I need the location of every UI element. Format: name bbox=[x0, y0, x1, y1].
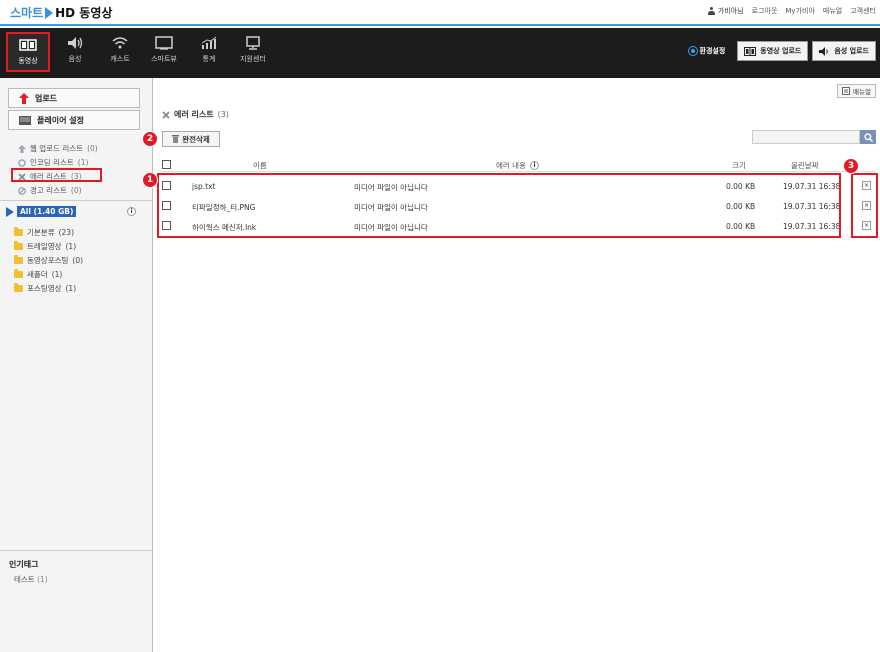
list-web-upload[interactable]: 웹 업로드 리스트 (0) bbox=[18, 143, 98, 154]
info-icon[interactable]: i bbox=[529, 161, 539, 170]
list-encoding[interactable]: 인코딩 리스트 (1) bbox=[18, 157, 88, 168]
person-icon bbox=[707, 7, 715, 15]
encoding-icon bbox=[18, 158, 26, 167]
search-box bbox=[752, 130, 876, 144]
list-warning[interactable]: 경고 리스트 (0) bbox=[18, 185, 82, 196]
speaker-icon bbox=[68, 37, 83, 49]
folder-icon bbox=[14, 269, 23, 278]
info-icon[interactable]: i bbox=[127, 207, 136, 216]
folder-item[interactable]: 트레일영상 (1) bbox=[14, 241, 76, 252]
folder-item[interactable]: 새폴더 (1) bbox=[14, 269, 62, 280]
annotation-badge-1: 1 bbox=[142, 172, 158, 188]
delete-all-button[interactable]: 완전삭제 bbox=[162, 131, 220, 147]
app-logo[interactable]: 스마트 HD 동영상 bbox=[10, 4, 112, 21]
folder-icon bbox=[14, 283, 23, 292]
top-bar: 스마트 HD 동영상 가비아님 로그아웃 My가비아 매뉴얼 고객센터 bbox=[0, 0, 880, 26]
film-icon bbox=[744, 46, 757, 56]
player-settings-button[interactable]: 플레이어 설정 bbox=[8, 110, 140, 130]
sidebar-divider bbox=[0, 200, 152, 201]
search-icon bbox=[863, 132, 873, 142]
sidebar-divider bbox=[0, 550, 152, 551]
upload-button[interactable]: 업로드 bbox=[8, 88, 140, 108]
annotation-badge-2: 2 bbox=[142, 131, 158, 147]
folder-item[interactable]: 동영상포스팅 (0) bbox=[14, 255, 83, 266]
x-icon bbox=[162, 110, 170, 119]
annotation-badge-3: 3 bbox=[843, 158, 859, 174]
audio-upload-button[interactable]: 음성 업로드 bbox=[812, 41, 876, 61]
col-error[interactable]: 에러 내용 i bbox=[496, 160, 539, 171]
wifi-icon bbox=[112, 37, 128, 49]
up-arrow-icon bbox=[18, 144, 26, 153]
col-name[interactable]: 이름 bbox=[253, 160, 267, 171]
nav-audio[interactable]: 음성 bbox=[53, 32, 97, 72]
logout-link[interactable]: 로그아웃 bbox=[752, 6, 778, 16]
chart-icon bbox=[201, 36, 217, 49]
nav-smartview[interactable]: 스마트뷰 bbox=[142, 32, 186, 72]
page-title: 에러 리스트 (3) bbox=[162, 109, 229, 120]
sidebar: 업로드 플레이어 설정 웹 업로드 리스트 (0) 인코딩 리스트 (1) 에러… bbox=[0, 78, 153, 652]
arrow-up-icon bbox=[19, 92, 29, 104]
main-nav: 동영상 음성 캐스트 스마트뷰 통계 지원센터 환경설정 동영상 업로드 음성 … bbox=[0, 28, 880, 78]
nav-support[interactable]: 지원센터 bbox=[231, 32, 275, 72]
logo-arrow-icon bbox=[45, 6, 54, 19]
trash-icon bbox=[172, 135, 180, 143]
nav-video[interactable]: 동영상 bbox=[6, 32, 50, 72]
folder-icon bbox=[14, 227, 23, 236]
top-links: 가비아님 로그아웃 My가비아 매뉴얼 고객센터 bbox=[707, 6, 876, 16]
folder-item[interactable]: 기본분류 (23) bbox=[14, 227, 74, 238]
document-icon bbox=[842, 87, 851, 95]
search-input[interactable] bbox=[752, 130, 860, 144]
tag-item[interactable]: 테스트 (1) bbox=[14, 574, 48, 585]
all-folders[interactable]: All (1.40 GB) bbox=[6, 206, 77, 217]
folder-icon bbox=[14, 241, 23, 250]
error-list-highlight bbox=[11, 168, 102, 182]
user-menu[interactable]: 가비아님 bbox=[707, 6, 744, 16]
manual-button[interactable]: 매뉴얼 bbox=[837, 84, 876, 98]
play-arrow-icon bbox=[6, 206, 14, 217]
film-icon bbox=[19, 39, 37, 51]
delete-column-highlight bbox=[851, 173, 878, 238]
gear-icon bbox=[687, 46, 698, 56]
folder-icon bbox=[14, 255, 23, 264]
col-date[interactable]: 올린날짜 bbox=[791, 160, 819, 171]
search-button[interactable] bbox=[860, 130, 876, 144]
select-all-checkbox[interactable] bbox=[162, 160, 171, 169]
col-size[interactable]: 크기 bbox=[732, 160, 746, 171]
nav-cast[interactable]: 캐스트 bbox=[98, 32, 142, 72]
support-link[interactable]: 고객센터 bbox=[850, 6, 876, 16]
nav-actions: 환경설정 동영상 업로드 음성 업로드 bbox=[687, 41, 876, 61]
env-settings-link[interactable]: 환경설정 bbox=[687, 46, 725, 56]
nav-stats[interactable]: 통계 bbox=[187, 32, 231, 72]
table-header: 이름 에러 내용 i 크기 올린날짜 bbox=[160, 158, 876, 172]
popular-tags-title: 인기태그 bbox=[9, 560, 39, 569]
warning-icon bbox=[18, 186, 26, 195]
rows-highlight bbox=[157, 173, 841, 238]
mygabia-link[interactable]: My가비아 bbox=[785, 6, 815, 16]
monitor-icon bbox=[155, 36, 173, 50]
manual-link[interactable]: 매뉴얼 bbox=[823, 6, 842, 16]
player-icon bbox=[19, 115, 31, 125]
main-content: 매뉴얼 에러 리스트 (3) 완전삭제 이름 에러 내용 i 크기 올린날짜 j… bbox=[154, 78, 880, 652]
folder-item[interactable]: 포스팅영상 (1) bbox=[14, 283, 76, 294]
video-upload-button[interactable]: 동영상 업로드 bbox=[737, 41, 809, 61]
speaker-icon bbox=[819, 46, 829, 56]
support-monitor-icon bbox=[246, 36, 260, 50]
